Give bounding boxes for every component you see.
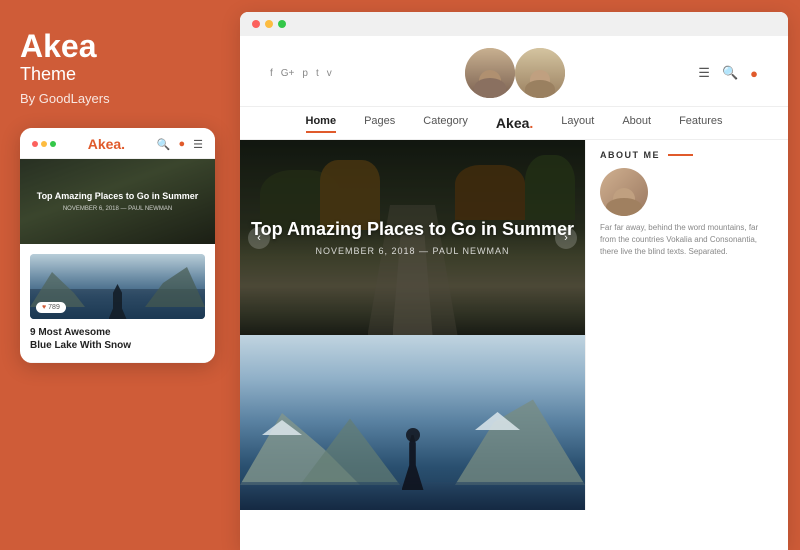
mobile-card: ♥ 789 9 Most Awesome Blue Lake With Snow xyxy=(20,244,215,363)
hero-slider: Top Amazing Places to Go in Summer NOVEM… xyxy=(240,140,585,335)
mobile-card-title: 9 Most Awesome Blue Lake With Snow xyxy=(30,326,205,352)
browser-dot-close[interactable] xyxy=(252,20,260,28)
hamburger-icon[interactable]: ☰ xyxy=(698,65,710,81)
mobile-dot-yellow xyxy=(41,141,47,147)
right-sidebar: ABOUT ME Far far away, behind the word m… xyxy=(585,140,788,510)
browser-window: f G+ p t v ☰ 🔍 xyxy=(240,12,788,550)
nav-item-features[interactable]: Features xyxy=(679,115,722,131)
hero-title: Top Amazing Places to Go in Summer xyxy=(251,219,574,240)
mobile-cart-icon[interactable]: ● xyxy=(178,138,185,150)
heart-icon: ♥ xyxy=(42,304,46,311)
nav-item-layout[interactable]: Layout xyxy=(561,115,594,131)
social-facebook-icon[interactable]: f xyxy=(270,68,273,79)
header-right-icons: ☰ 🔍 ● xyxy=(698,65,758,81)
mobile-dot-green xyxy=(50,141,56,147)
social-twitter-icon[interactable]: t xyxy=(316,68,319,79)
social-icons: f G+ p t v xyxy=(270,68,332,79)
social-google-icon[interactable]: G+ xyxy=(281,68,295,79)
main-layout: Top Amazing Places to Go in Summer NOVEM… xyxy=(240,140,788,510)
brand-author: By GoodLayers xyxy=(20,91,220,106)
card-title-line1: 9 Most Awesome xyxy=(30,326,205,339)
mobile-mockup: Akea. 🔍 ● ☰ Top Amazing Places to Go in … xyxy=(20,128,215,363)
about-content xyxy=(600,168,774,216)
cart-icon[interactable]: ● xyxy=(750,66,758,81)
nav-item-pages[interactable]: Pages xyxy=(364,115,395,131)
site-nav: Home Pages Category Akea. Layout About F… xyxy=(240,107,788,140)
articles-column: Top Amazing Places to Go in Summer NOVEM… xyxy=(240,140,585,510)
mobile-hero-meta: NOVEMBER 6, 2018 — PAUL NEWMAN xyxy=(30,206,205,212)
browser-bar xyxy=(240,12,788,36)
mobile-hero-overlay: Top Amazing Places to Go in Summer NOVEM… xyxy=(20,159,215,244)
about-title-line xyxy=(668,154,693,156)
mobile-logo: Akea. xyxy=(88,136,125,152)
mobile-hero-title: Top Amazing Places to Go in Summer xyxy=(30,191,205,203)
social-vimeo-icon[interactable]: v xyxy=(327,68,332,79)
mobile-header: Akea. 🔍 ● ☰ xyxy=(20,128,215,159)
browser-dot-expand[interactable] xyxy=(278,20,286,28)
hero-overlay: Top Amazing Places to Go in Summer NOVEM… xyxy=(240,140,585,335)
header-avatar xyxy=(465,48,515,98)
card-title-line2: Blue Lake With Snow xyxy=(30,339,205,352)
mobile-nav-icons: 🔍 ● ☰ xyxy=(157,138,203,151)
mobile-menu-icon[interactable]: ☰ xyxy=(193,138,203,151)
nav-logo: Akea. xyxy=(496,115,533,131)
about-description: Far far away, behind the word mountains,… xyxy=(600,222,774,258)
nav-item-home[interactable]: Home xyxy=(306,115,337,131)
mobile-card-like[interactable]: ♥ 789 xyxy=(36,302,66,313)
mobile-search-icon[interactable]: 🔍 xyxy=(157,138,171,151)
search-icon[interactable]: 🔍 xyxy=(722,65,738,81)
social-pinterest-icon[interactable]: p xyxy=(302,68,308,79)
left-panel: Akea Theme By GoodLayers Akea. 🔍 ● ☰ Top… xyxy=(0,0,240,550)
brand-subtitle: Theme xyxy=(20,64,220,85)
site-header: f G+ p t v ☰ 🔍 xyxy=(240,36,788,107)
second-article-image xyxy=(240,335,585,510)
about-section-title: ABOUT ME xyxy=(600,150,774,160)
mobile-hero-image: Top Amazing Places to Go in Summer NOVEM… xyxy=(20,159,215,244)
header-avatar-2 xyxy=(515,48,565,98)
nav-item-about[interactable]: About xyxy=(622,115,651,131)
hero-prev-button[interactable]: ‹ xyxy=(248,227,270,249)
nav-item-category[interactable]: Category xyxy=(423,115,468,131)
about-avatar xyxy=(600,168,648,216)
like-count: 789 xyxy=(48,304,60,311)
browser-dot-minimize[interactable] xyxy=(265,20,273,28)
mobile-dots xyxy=(32,141,56,147)
site-logo-area xyxy=(465,48,565,98)
browser-content: f G+ p t v ☰ 🔍 xyxy=(240,36,788,550)
hero-next-button[interactable]: › xyxy=(555,227,577,249)
hero-meta: NOVEMBER 6, 2018 — PAUL NEWMAN xyxy=(315,246,509,256)
mobile-dot-red xyxy=(32,141,38,147)
mobile-card-image: ♥ 789 xyxy=(30,254,205,319)
brand-title: Akea xyxy=(20,30,220,62)
